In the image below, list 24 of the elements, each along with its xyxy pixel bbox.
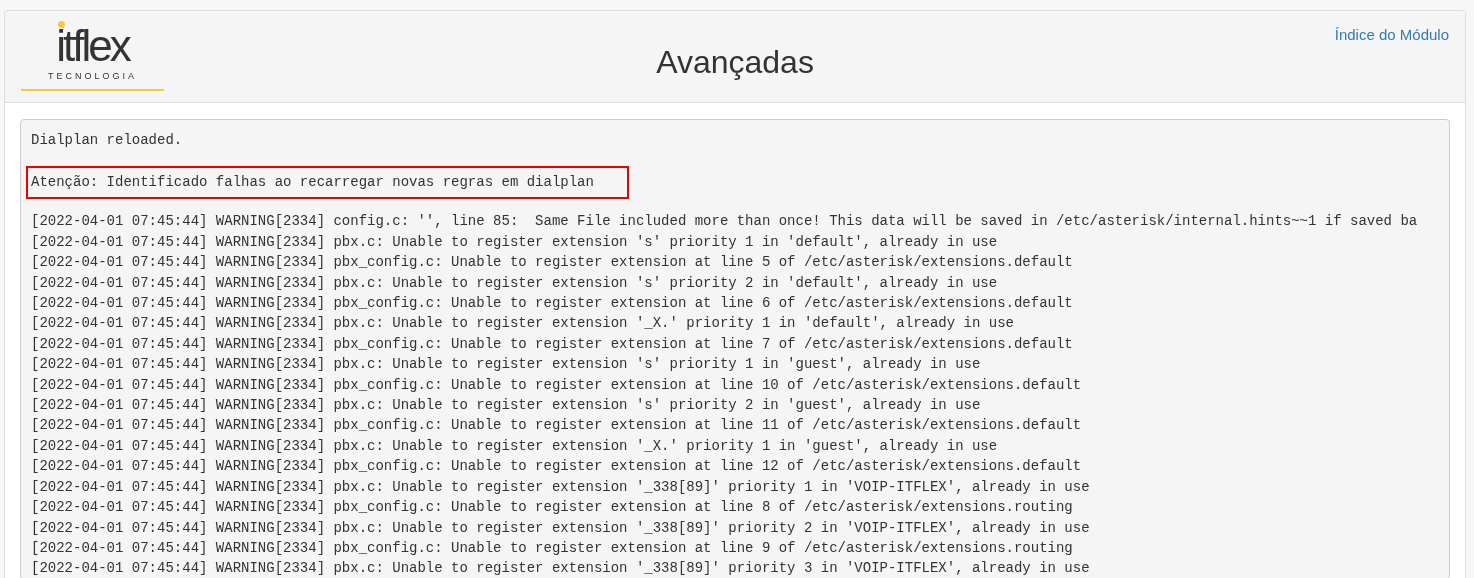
status-text: Dialplan reloaded. (31, 131, 183, 150)
log-line: [2022-04-01 07:45:44] WARNING[2334] pbx.c: Unable to register extension 's' priority 2 in 'guest', already in use (31, 396, 981, 416)
log-line: [2022-04-01 07:45:44] WARNING[2334] pbx_config.c: Unable to register extension at line 7 of /etc/asterisk/extensions.default (31, 334, 1073, 354)
log-line: [2022-04-01 07:45:44] WARNING[2334] pbx.c: Unable to register extension 's' priority 1 in 'guest', already in use (31, 355, 981, 375)
log-line: [2022-04-01 07:45:44] WARNING[2334] pbx.c: Unable to register extension '_X.' priority 1 in 'default', already in use (31, 314, 1014, 334)
page-title: Avançadas (656, 43, 814, 81)
log-line: [2022-04-01 07:45:44] WARNING[2334] pbx.c: Unable to register extension 's' priority 2 in 'default', already in use (31, 273, 998, 293)
log-line: [2022-04-01 07:45:44] WARNING[2334] pbx.c: Unable to register extension 's' priority 1 in 'default', already in use (31, 232, 998, 252)
log-line: [2022-04-01 07:45:44] WARNING[2334] pbx_config.c: Unable to register extension at line 6 of /etc/asterisk/extensions.default (31, 294, 1073, 314)
log-line: [2022-04-01 07:45:44] WARNING[2334] pbx.c: Unable to register extension '_338[89]' priority 3 in 'VOIP-ITFLEX', already in use (31, 559, 1090, 578)
log-line: [2022-04-01 07:45:44] WARNING[2334] pbx.c: Unable to register extension '_338[89]' priority 2 in 'VOIP-ITFLEX', already in use (31, 518, 1090, 538)
log-line: [2022-04-01 07:45:44] WARNING[2334] pbx_config.c: Unable to register extension at line 8 of /etc/asterisk/extensions.routing (31, 498, 1073, 518)
logo-tagline: TECNOLOGIA (48, 70, 137, 83)
log-line: [2022-04-01 07:45:44] WARNING[2334] pbx.c: Unable to register extension '_X.' priority 1 in 'guest', already in use (31, 436, 998, 456)
log-line: [2022-04-01 07:45:44] WARNING[2334] pbx.c: Unable to register extension '_338[89]' priority 1 in 'VOIP-ITFLEX', already in use (31, 477, 1090, 497)
log-line: [2022-04-01 07:45:44] WARNING[2334] pbx_config.c: Unable to register extension at line 5 of /etc/asterisk/extensions.default (31, 253, 1073, 273)
log-line: [2022-04-01 07:45:44] WARNING[2334] pbx_config.c: Unable to register extension at line 11 of /etc/asterisk/extensions.default (31, 416, 1082, 436)
log-line: [2022-04-01 07:45:44] WARNING[2334] pbx_config.c: Unable to register extension at line 12 of /etc/asterisk/extensions.default (31, 457, 1082, 477)
logo-wordmark: itflex (56, 28, 129, 64)
log-line: [2022-04-01 07:45:44] WARNING[2334] config.c: '', line 85: Same File included more than once! This data will be saved in /etc/asterisk/internal.hints~~1 if saved ba (31, 212, 1418, 232)
alert-text: Atenção: Identificado falhas ao recarregar novas regras em dialplan (26, 166, 629, 200)
log-line: [2022-04-01 07:45:44] WARNING[2334] pbx_config.c: Unable to register extension at line 10 of /etc/asterisk/extensions.default (31, 375, 1082, 395)
module-index-link[interactable]: Índice do Módulo (1334, 24, 1449, 47)
log-line: [2022-04-01 07:45:44] WARNING[2334] pbx_config.c: Unable to register extension at line 9 of /etc/asterisk/extensions.routing (31, 538, 1073, 558)
